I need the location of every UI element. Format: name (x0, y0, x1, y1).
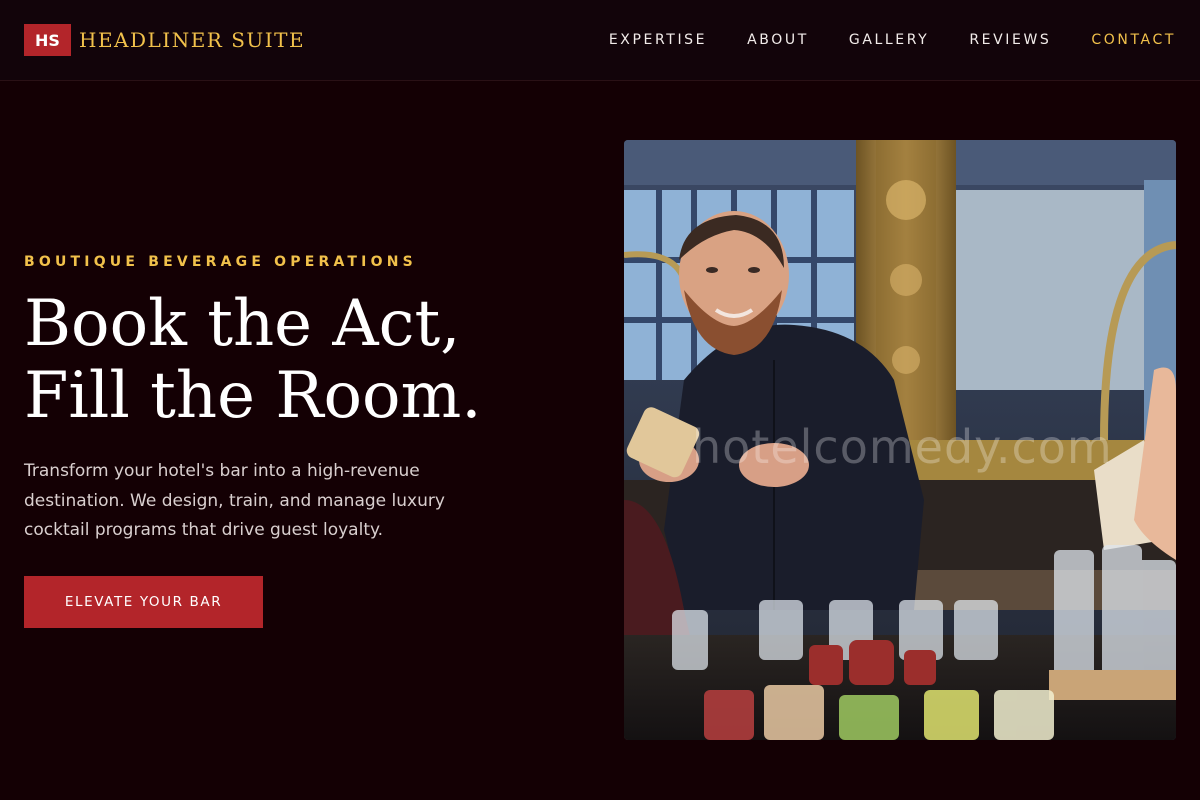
nav-link-about[interactable]: ABOUT (747, 32, 809, 48)
nav-link-expertise[interactable]: EXPERTISE (609, 32, 707, 48)
elevate-your-bar-button[interactable]: ELEVATE YOUR BAR (24, 576, 263, 628)
hero-eyebrow: BOUTIQUE BEVERAGE OPERATIONS (24, 254, 417, 270)
hero-headline: Book the Act, Fill the Room. (24, 288, 584, 432)
nav-link-gallery[interactable]: GALLERY (849, 32, 929, 48)
headline-line-2: Fill the Room. (24, 359, 482, 433)
nav-link-reviews[interactable]: REVIEWS (969, 32, 1051, 48)
headline-line-1: Book the Act, (24, 287, 461, 361)
site-header: HS HEADLINER SUITE EXPERTISE ABOUT GALLE… (0, 0, 1200, 81)
brand-name[interactable]: HEADLINER SUITE (79, 28, 305, 52)
nav-link-contact[interactable]: CONTACT (1091, 32, 1176, 48)
landing-page: HS HEADLINER SUITE EXPERTISE ABOUT GALLE… (0, 0, 1200, 800)
hero-description: Transform your hotel's bar into a high-r… (24, 461, 445, 540)
bartender-photo: hotelcomedy.com (624, 140, 1176, 740)
logo-badge[interactable]: HS (24, 24, 71, 56)
photo-watermark: hotelcomedy.com (692, 420, 1113, 474)
main-nav: EXPERTISE ABOUT GALLERY REVIEWS CONTACT (609, 30, 1176, 50)
